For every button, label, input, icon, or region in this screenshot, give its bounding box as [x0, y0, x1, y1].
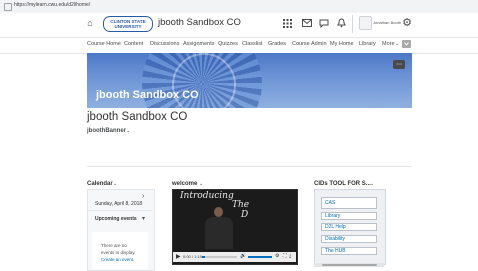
nav-grades[interactable]: Grades [268, 41, 286, 47]
chevron-down-icon [404, 42, 409, 46]
video-time: 0:00 / 1:19 [183, 254, 202, 259]
nav-course-admin[interactable]: Course Admin [292, 41, 327, 47]
logo-text: CLINTON STATE UNIVERSITY [110, 19, 145, 29]
nav-course-home[interactable]: Course Home [87, 41, 121, 47]
mail-icon[interactable] [302, 18, 312, 28]
caret-down-icon[interactable]: ▾ [142, 215, 145, 222]
nav-content[interactable]: Content [124, 41, 143, 47]
username[interactable]: Jonathan Booth [373, 20, 401, 25]
avatar[interactable] [359, 16, 372, 30]
volume-icon[interactable]: 🔊 [240, 253, 246, 259]
chevron-down-icon[interactable]: ⌄ [126, 128, 130, 134]
divider [87, 166, 412, 167]
nav-expand-button[interactable] [402, 40, 411, 48]
cid-link-disability[interactable]: Disability [321, 235, 377, 243]
university-logo[interactable]: CLINTON STATE UNIVERSITY [103, 16, 153, 32]
logo-line-2: UNIVERSITY [114, 24, 142, 29]
nav-my-home[interactable]: My Home [330, 41, 354, 47]
video-progress-fill [202, 256, 205, 258]
calendar-widget-title[interactable]: Calendar [87, 181, 113, 187]
nav-quizzes[interactable]: Quizzes [218, 41, 238, 47]
video-chalk-text: Introducing [180, 191, 234, 201]
volume-slider[interactable] [248, 256, 272, 258]
nav-assignments[interactable]: Assignments [183, 41, 215, 47]
nav-classlist[interactable]: Classlist [242, 41, 262, 47]
banner-widget-label[interactable]: jboothBanner [87, 128, 126, 134]
nav-more[interactable]: More [382, 41, 395, 47]
chevron-down-icon[interactable]: ⌄ [199, 181, 203, 187]
course-selector-grid-icon[interactable] [282, 18, 292, 28]
play-icon[interactable]: ▶ [176, 253, 181, 260]
upcoming-events-label[interactable]: Upcoming events [95, 216, 137, 222]
home-icon[interactable]: ⌂ [85, 18, 95, 28]
cid-link-d2l-help[interactable]: D2L Help [321, 223, 377, 231]
no-events-text: There are no [101, 243, 127, 248]
page-title: jbooth Sandbox CO [87, 111, 188, 123]
nav-discussions[interactable]: Discussions [150, 41, 179, 47]
chevron-down-icon[interactable]: ⌄ [395, 41, 399, 47]
calendar-date: Sunday, April 8, 2018 [95, 201, 143, 207]
no-events-text: events to display. [101, 250, 136, 255]
video-progress-bar[interactable] [202, 256, 237, 258]
lock-icon [4, 3, 12, 11]
chat-icon[interactable] [319, 18, 329, 28]
banner-title: jbooth Sandbox CO [96, 89, 199, 101]
url-text[interactable]: https://mylearn.cwu.edu/d2l/home/ [14, 2, 90, 8]
video-chalk-text: The [232, 200, 250, 210]
divider [88, 210, 152, 211]
nav-library[interactable]: Library [359, 41, 376, 47]
gear-icon[interactable]: ⚙ [402, 17, 412, 29]
chevron-right-icon[interactable]: › [142, 193, 144, 200]
scrollbar-thumb[interactable] [322, 264, 377, 266]
presenter [205, 217, 233, 249]
header-divider [352, 15, 353, 33]
settings-icon[interactable]: ⚙ [275, 253, 279, 259]
cids-widget-title[interactable]: CIDs TOOL FOR S... [314, 181, 371, 187]
download-icon[interactable]: ⤓ [289, 253, 291, 259]
presenter [214, 207, 223, 217]
cid-link-library[interactable]: Library [321, 212, 377, 220]
chevron-down-icon[interactable]: ⌄ [113, 181, 117, 187]
cid-link-cas[interactable]: CAS [321, 197, 377, 209]
grid-icon [282, 18, 292, 28]
course-title[interactable]: jbooth Sandbox CO [158, 17, 241, 28]
cid-link-the-hub[interactable]: The HUB [321, 247, 377, 255]
fullscreen-icon[interactable]: ⛶ [283, 253, 287, 259]
chevron-down-icon[interactable]: ⌄ [370, 181, 374, 187]
bell-icon[interactable] [336, 18, 346, 28]
banner-options-button[interactable]: ⋯ [393, 60, 405, 69]
video-chalk-text: D [241, 210, 249, 220]
welcome-widget-title[interactable]: welcome [172, 181, 197, 187]
create-event-link[interactable]: Create an event. [101, 257, 134, 262]
